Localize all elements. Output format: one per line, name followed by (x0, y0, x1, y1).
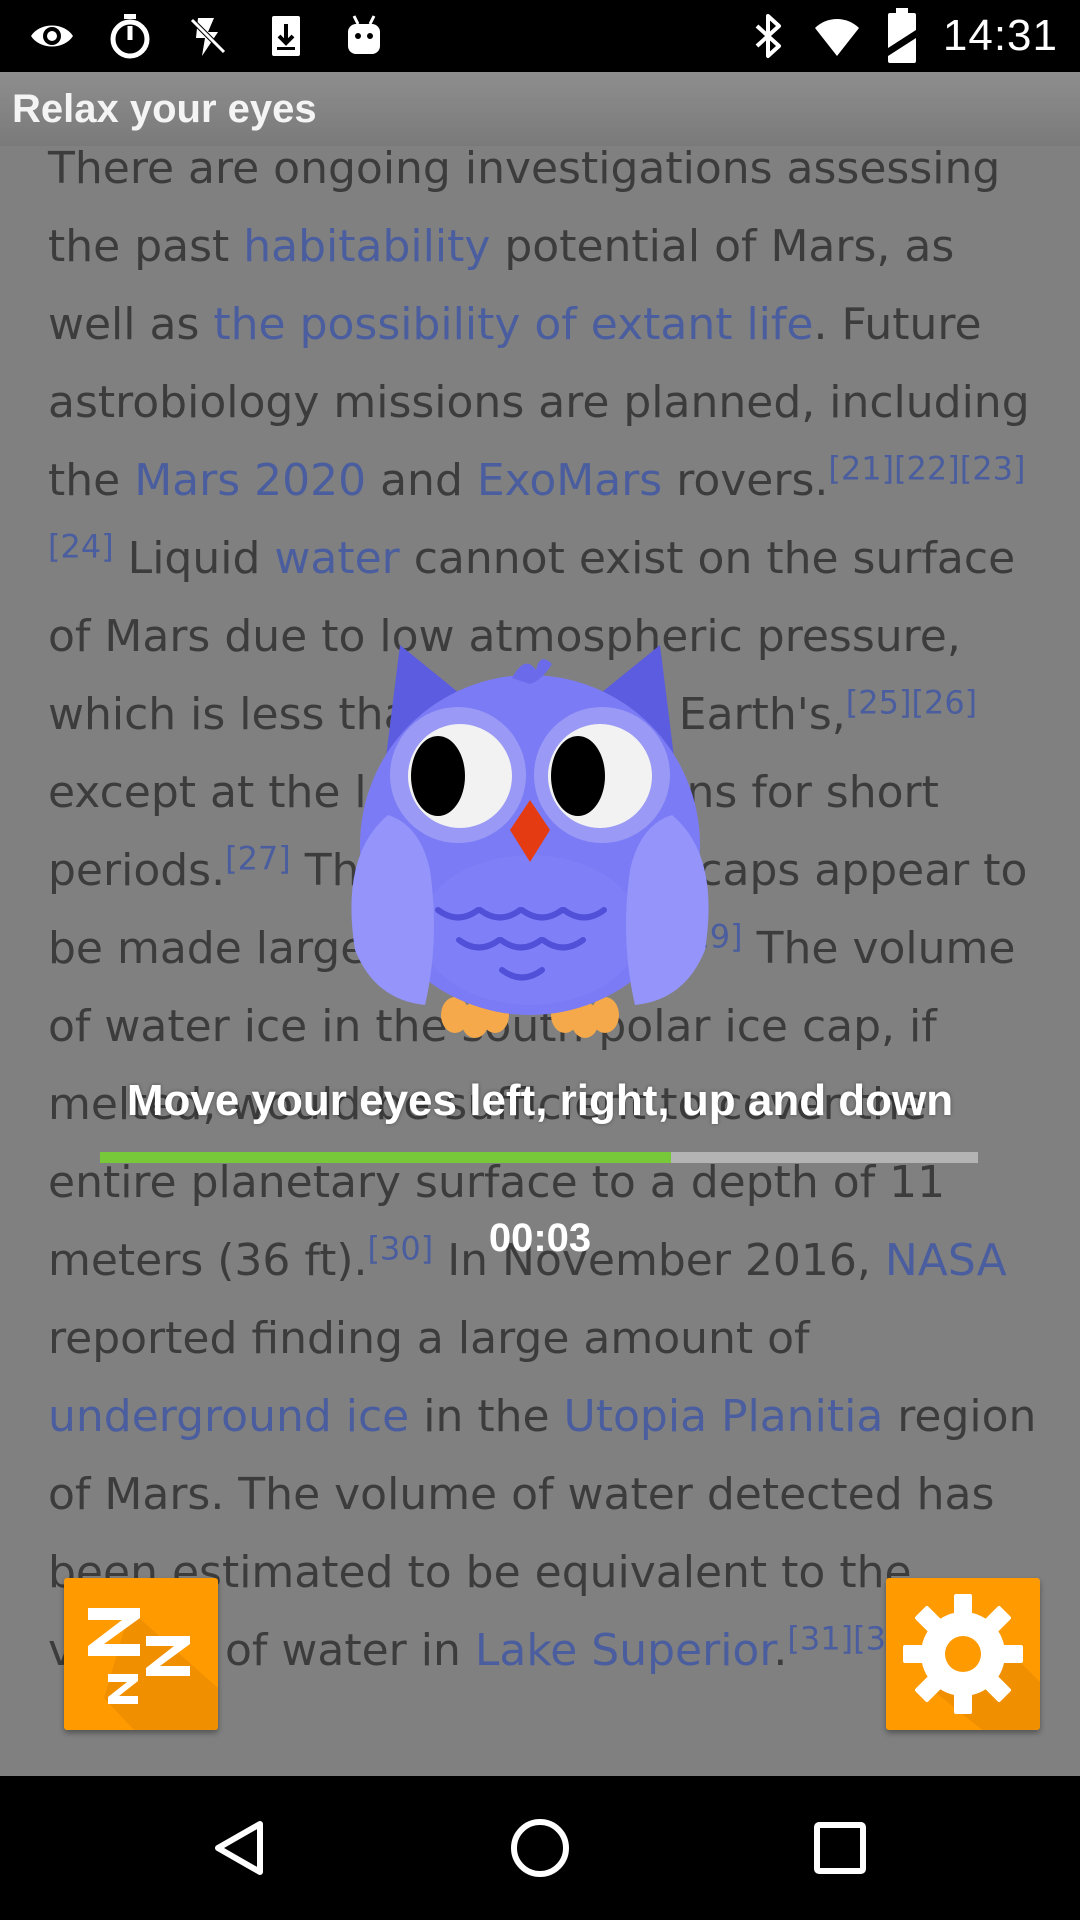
app-title: Relax your eyes (12, 87, 317, 131)
sleep-button[interactable] (64, 1578, 218, 1730)
zzz-icon (88, 1608, 218, 1730)
flash-off-icon (184, 12, 232, 60)
citation-link[interactable]: [25][26] (846, 683, 977, 721)
settings-button[interactable] (886, 1578, 1040, 1730)
owl-illustration (330, 640, 730, 1040)
timer-icon (106, 12, 154, 60)
status-bar: 14:31 (0, 0, 1080, 72)
article-text-run: in the (409, 1391, 564, 1442)
citation-link[interactable]: [27] (225, 839, 291, 877)
exercise-progress-fill (100, 1152, 671, 1163)
app-bar: Relax your eyes (0, 72, 1080, 146)
exercise-timer: 00:03 (488, 1216, 592, 1260)
article-link[interactable]: habitability (243, 221, 490, 272)
android-icon (340, 12, 388, 60)
article-text-run: reported finding a large amount of (48, 1313, 810, 1364)
home-icon (511, 1819, 569, 1877)
gear-icon (903, 1594, 1040, 1730)
recents-icon (814, 1822, 866, 1874)
back-button[interactable] (192, 1800, 288, 1896)
article-link[interactable]: water (274, 533, 399, 584)
recents-button[interactable] (792, 1800, 888, 1896)
navigation-bar (0, 1776, 1080, 1920)
clock: 14:31 (942, 11, 1058, 60)
article-link[interactable]: Utopia Planitia (564, 1391, 884, 1442)
exercise-progress-bar (100, 1152, 978, 1163)
back-icon (215, 1821, 263, 1875)
article-link[interactable]: ExoMars (477, 455, 662, 506)
bluetooth-icon (751, 12, 787, 60)
article-link[interactable]: underground ice (48, 1391, 409, 1442)
eye-icon (28, 12, 76, 60)
exercise-instruction: Move your eyes left, right, up and down (126, 1076, 954, 1125)
home-button[interactable] (492, 1800, 588, 1896)
article-text-run: rovers. (662, 455, 829, 506)
notification-icons (28, 0, 388, 72)
battery-icon (887, 8, 917, 63)
article-link[interactable]: Lake Superior (475, 1625, 774, 1676)
system-icons: 14:31 (751, 0, 1058, 72)
wifi-icon (813, 12, 861, 60)
article-text-run: . (773, 1625, 788, 1676)
article-text-run: and (366, 455, 477, 506)
download-icon (262, 12, 310, 60)
article-text-run: Liquid (113, 533, 275, 584)
article-link[interactable]: the possibility of extant life (213, 299, 813, 350)
article-link[interactable]: Mars 2020 (134, 455, 366, 506)
